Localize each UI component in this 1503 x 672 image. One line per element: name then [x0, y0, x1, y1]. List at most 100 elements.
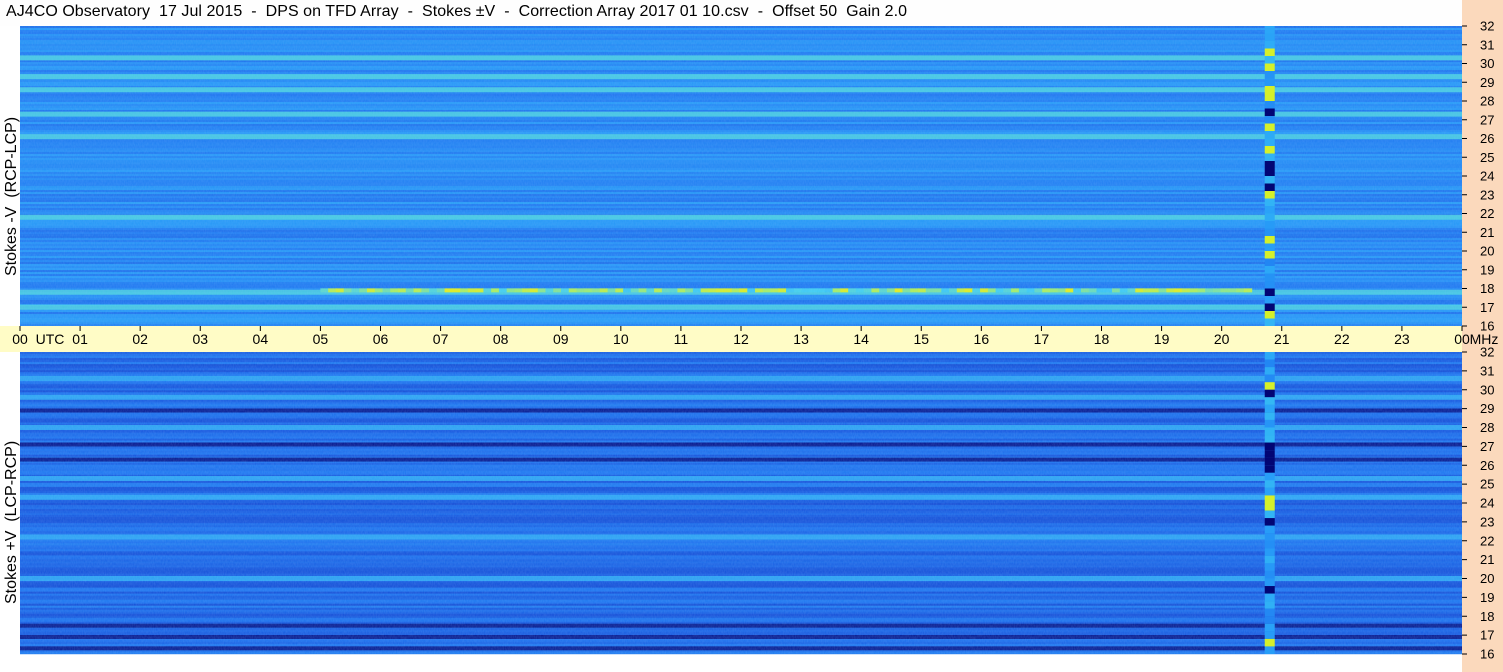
- vertical-stripe-segment: [1264, 616, 1275, 624]
- vertical-stripe-segment: [1264, 251, 1275, 259]
- time-tick-label: 20: [1214, 331, 1230, 347]
- time-tick-label: 00: [1454, 331, 1470, 347]
- time-tick-label: 04: [253, 331, 269, 347]
- vertical-stripe-segment: [1264, 168, 1275, 176]
- vertical-stripe-segment: [1264, 138, 1275, 146]
- vertical-stripe-segment: [1264, 518, 1275, 526]
- time-tick-label: 15: [913, 331, 929, 347]
- vertical-stripe-segment: [1264, 303, 1275, 311]
- time-tick-label: 22: [1334, 331, 1350, 347]
- freq-tick-label: 20: [1480, 244, 1494, 259]
- time-tick-label: 13: [793, 331, 809, 347]
- vertical-stripe-segment: [1264, 397, 1275, 405]
- vertical-stripe-segment: [1264, 191, 1275, 199]
- vertical-stripe-segment: [1264, 48, 1275, 56]
- vertical-stripe-segment: [1264, 26, 1275, 34]
- vertical-stripe-segment: [1264, 93, 1275, 101]
- time-tick-label: 10: [613, 331, 629, 347]
- vertical-stripe-segment: [1264, 183, 1275, 191]
- vertical-stripe-segment: [1264, 623, 1275, 632]
- freq-tick-label: 22: [1480, 533, 1494, 548]
- vertical-stripe-segment: [1264, 472, 1275, 481]
- vertical-stripe-segment: [1264, 213, 1275, 221]
- vertical-stripe-segment: [1264, 548, 1275, 556]
- vertical-stripe-segment: [1264, 382, 1275, 390]
- time-tick-label: 16: [974, 331, 990, 347]
- vertical-stripe-segment: [1264, 352, 1275, 360]
- vertical-stripe-segment: [1264, 412, 1275, 420]
- vertical-stripe-segment: [1264, 41, 1275, 49]
- freq-tick-label: 17: [1480, 300, 1494, 315]
- freq-tick-label: 30: [1480, 56, 1494, 71]
- freq-tick-label: 31: [1480, 363, 1494, 378]
- vertical-stripe-segment: [1264, 153, 1275, 161]
- vertical-stripe-segment: [1264, 638, 1275, 647]
- time-tick-label: 11: [674, 331, 689, 347]
- vertical-stripe-segment: [1264, 510, 1275, 519]
- time-tick-label: 21: [1274, 331, 1290, 347]
- vertical-stripe-segment: [1264, 258, 1275, 266]
- freq-tick-label: 25: [1480, 477, 1494, 492]
- vertical-stripe-segment: [1264, 631, 1275, 639]
- vertical-stripe-segment: [1264, 540, 1275, 549]
- vertical-stripe-segment: [1264, 525, 1275, 534]
- time-tick-label: 07: [433, 331, 449, 347]
- vertical-stripe-segment: [1264, 33, 1275, 41]
- time-tick-label: 05: [313, 331, 329, 347]
- freq-tick-label: 17: [1480, 628, 1494, 643]
- time-tick-label: 02: [132, 331, 148, 347]
- freq-tick-label: 27: [1480, 439, 1494, 454]
- time-tick-label: 03: [192, 331, 208, 347]
- vertical-stripe-segment: [1264, 593, 1275, 602]
- freq-tick-label: 22: [1480, 206, 1494, 221]
- vertical-stripe-segment: [1264, 266, 1275, 274]
- vertical-stripe-segment: [1264, 288, 1275, 296]
- vertical-stripe-segment: [1264, 419, 1275, 428]
- noise-overlay: [20, 352, 1462, 654]
- vertical-stripe-segment: [1264, 56, 1275, 64]
- time-tick-label: 23: [1394, 331, 1410, 347]
- vertical-stripe-segment: [1264, 236, 1275, 244]
- vertical-stripe-segment: [1264, 442, 1275, 451]
- freq-tick-label: 23: [1480, 187, 1494, 202]
- vertical-stripe-segment: [1264, 161, 1275, 169]
- vertical-stripe-segment: [1264, 367, 1275, 375]
- dynamic-spectrum-chart: 00 UTC 01 02 03 04 05 06 07 08 09 10 11 12 13 14 15 16 17 1…: [0, 19, 1498, 662]
- vertical-stripe-segment: [1264, 228, 1275, 236]
- vertical-stripe-segment: [1264, 495, 1275, 503]
- vertical-stripe-segment: [1264, 563, 1275, 571]
- freq-tick-label: 16: [1480, 647, 1494, 662]
- time-tick-label: 14: [853, 331, 869, 347]
- vertical-stripe-segment: [1264, 78, 1275, 86]
- freq-tick-label: 24: [1480, 169, 1494, 184]
- freq-tick-label: 28: [1480, 94, 1494, 109]
- vertical-stripe-segment: [1264, 601, 1275, 609]
- vertical-stripe-segment: [1264, 374, 1275, 383]
- freq-tick-label: 19: [1480, 590, 1494, 605]
- freq-tick-label: 29: [1480, 75, 1494, 90]
- vertical-stripe-segment: [1264, 131, 1275, 139]
- freq-tick-label: 18: [1480, 609, 1494, 624]
- freq-tick-label: 29: [1480, 401, 1494, 416]
- freq-tick-label: 27: [1480, 112, 1494, 127]
- vertical-stripe-segment: [1264, 480, 1275, 488]
- top-frequency-axis: 16 17 18 19 20 21 22 23 24 25 26 27 28 29 30 31 32: [1462, 19, 1494, 334]
- vertical-stripe-segment: [1264, 533, 1275, 541]
- freq-tick-label: 30: [1480, 382, 1494, 397]
- vertical-stripe-segment: [1264, 503, 1275, 511]
- vertical-stripe-segment: [1264, 389, 1275, 398]
- stokes-minus-v-panel: [20, 26, 1462, 327]
- vertical-stripe-segment: [1264, 296, 1275, 304]
- vertical-stripe-segment: [1264, 570, 1275, 579]
- vertical-stripe-segment: [1264, 71, 1275, 79]
- freq-tick-label: 20: [1480, 571, 1494, 586]
- time-tick-label: 08: [493, 331, 509, 347]
- vertical-stripe-segment: [1264, 586, 1275, 594]
- freq-tick-label: 25: [1480, 150, 1494, 165]
- freq-tick-label: 28: [1480, 420, 1494, 435]
- time-tick-label: 17: [1034, 331, 1050, 347]
- vertical-stripe-segment: [1264, 311, 1275, 319]
- vertical-stripe-segment: [1264, 123, 1275, 131]
- freq-tick-label: 23: [1480, 514, 1494, 529]
- vertical-stripe-segment: [1264, 646, 1275, 654]
